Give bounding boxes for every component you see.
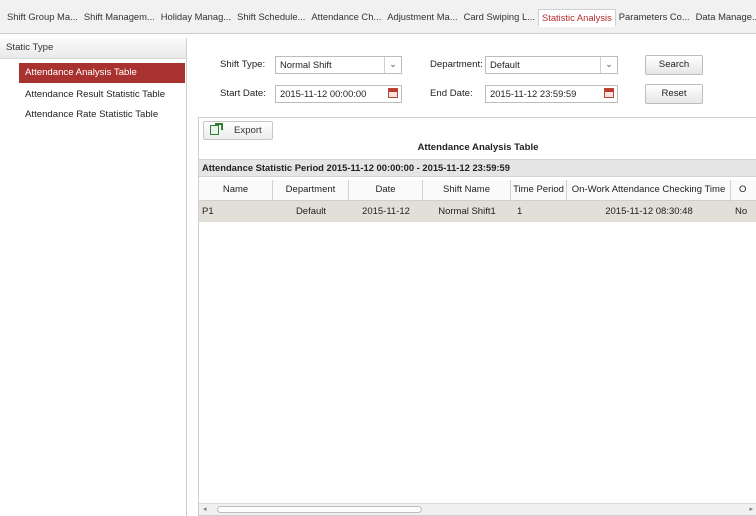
shift-type-value: Normal Shift: [280, 59, 332, 70]
cell-department: Default: [295, 206, 327, 217]
reset-button[interactable]: Reset: [645, 84, 703, 104]
chevron-down-icon[interactable]: ⌄: [600, 57, 617, 73]
column-header-department[interactable]: Department: [273, 180, 349, 200]
end-date-field[interactable]: 2015-11-12 23:59:59: [485, 85, 618, 103]
statistic-period: Attendance Statistic Period 2015-11-12 0…: [199, 159, 756, 177]
column-header-date[interactable]: Date: [349, 180, 423, 200]
sidebar-item-attendance-result-statistic[interactable]: Attendance Result Statistic Table: [19, 85, 185, 105]
analysis-table-panel: Export Attendance Analysis Table Attenda…: [198, 117, 756, 516]
table-title: Attendance Analysis Table: [417, 142, 539, 153]
horizontal-scrollbar[interactable]: ◂ ▸: [199, 503, 756, 515]
cell-name: P1: [202, 206, 214, 217]
tab-adjustment-management[interactable]: Adjustment Ma...: [384, 9, 460, 27]
table-header: Name Department Date Shift Name Time Per…: [199, 180, 756, 201]
search-button[interactable]: Search: [645, 55, 703, 75]
calendar-icon[interactable]: [388, 88, 398, 98]
column-header-shift-name[interactable]: Shift Name: [423, 180, 511, 200]
sidebar-item-attendance-analysis[interactable]: Attendance Analysis Table: [19, 63, 185, 83]
department-label: Department:: [430, 59, 483, 70]
tab-shift-group[interactable]: Shift Group Ma...: [4, 9, 81, 27]
shift-type-select[interactable]: Normal Shift ⌄: [275, 56, 402, 74]
start-date-field[interactable]: 2015-11-12 00:00:00: [275, 85, 402, 103]
tab-data-management[interactable]: Data Manage...: [693, 9, 756, 27]
export-icon: [210, 123, 223, 135]
tab-card-swiping-log[interactable]: Card Swiping L...: [461, 9, 538, 27]
column-header-name[interactable]: Name: [199, 180, 273, 200]
sidebar-header: Static Type: [0, 38, 186, 59]
scroll-left-icon[interactable]: ◂: [203, 505, 207, 513]
shift-type-label: Shift Type:: [220, 59, 266, 70]
cell-off-work: No: [735, 206, 748, 217]
calendar-icon[interactable]: [604, 88, 614, 98]
start-date-value: 2015-11-12 00:00:00: [280, 88, 367, 99]
export-label: Export: [234, 125, 262, 136]
end-date-value: 2015-11-12 23:59:59: [490, 88, 577, 99]
chevron-down-icon[interactable]: ⌄: [384, 57, 401, 73]
table-row[interactable]: P1 Default 2015-11-12 Normal Shift1 1 20…: [199, 201, 756, 222]
start-date-label: Start Date:: [220, 88, 266, 99]
end-date-label: End Date:: [430, 88, 473, 99]
static-type-sidebar: Static Type Attendance Analysis Table At…: [0, 38, 187, 516]
tab-parameters-config[interactable]: Parameters Co...: [616, 9, 693, 27]
sidebar-item-attendance-rate-statistic[interactable]: Attendance Rate Statistic Table: [19, 105, 185, 125]
cell-shift-name: Normal Shift1: [438, 206, 496, 217]
department-value: Default: [490, 59, 520, 70]
column-header-off-work[interactable]: O: [731, 180, 756, 200]
cell-on-work-checking-time: 2015-11-12 08:30:48: [605, 206, 693, 217]
department-select[interactable]: Default ⌄: [485, 56, 618, 74]
tab-attendance-check[interactable]: Attendance Ch...: [308, 9, 384, 27]
tab-shift-management[interactable]: Shift Managem...: [81, 9, 158, 27]
module-tab-bar: Shift Group Ma... Shift Managem... Holid…: [0, 0, 756, 34]
main-panel: Shift Type: Normal Shift ⌄ Department: D…: [187, 38, 756, 516]
export-button[interactable]: Export: [203, 121, 273, 140]
cell-date: 2015-11-12: [362, 206, 410, 217]
column-header-on-work-checking-time[interactable]: On-Work Attendance Checking Time: [567, 180, 731, 200]
column-header-time-period[interactable]: Time Period: [511, 180, 567, 200]
scrollbar-thumb[interactable]: [217, 506, 422, 513]
tab-holiday-management[interactable]: Holiday Manag...: [158, 9, 234, 27]
tab-statistic-analysis[interactable]: Statistic Analysis: [537, 9, 616, 27]
scroll-right-icon[interactable]: ▸: [749, 505, 753, 513]
tab-shift-schedule[interactable]: Shift Schedule...: [234, 9, 308, 27]
cell-time-period: 1: [517, 206, 523, 217]
